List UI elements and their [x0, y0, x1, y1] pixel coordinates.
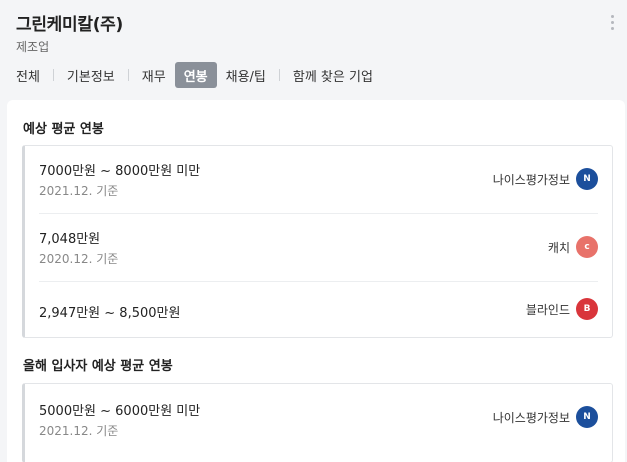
source-name: 나이스평가정보 — [492, 410, 570, 425]
catch-logo-icon: c — [576, 236, 598, 258]
salary-list: 7000만원 ~ 8000만원 미만 2021.12. 기준 나이스평가정보 N… — [22, 145, 613, 338]
salary-amount: 7000만원 ~ 8000만원 미만 — [39, 164, 201, 179]
salary-row: 5000만원 ~ 6000만원 미만 2021.12. 기준 나이스평가정보 N — [25, 384, 612, 452]
salary-basis-date: 2021.12. 기준 — [39, 424, 119, 438]
tab-salary[interactable]: 연봉 — [174, 62, 217, 88]
tab-finance[interactable]: 재무 — [133, 62, 175, 88]
salary-row: 7,048만원 2020.12. 기준 캐치 c — [25, 214, 612, 282]
tab-divider — [52, 69, 54, 81]
blind-logo-icon: B — [576, 298, 598, 320]
salary-basis-date: 2020.12. 기준 — [39, 252, 119, 266]
company-header: 그린케미칼(주) 제조업 — [16, 10, 627, 54]
salary-amount: 2,947만원 ~ 8,500만원 — [39, 306, 181, 321]
source-name: 나이스평가정보 — [492, 172, 570, 187]
salary-row: 2,947만원 ~ 8,500만원 블라인드 B — [25, 282, 612, 338]
tab-bar: 전체 기본정보 재무 연봉 채용/팁 함께 찾은 기업 — [16, 62, 382, 88]
nice-logo-icon: N — [576, 406, 598, 428]
tab-jobs-tips[interactable]: 채용/팁 — [217, 62, 275, 88]
salary-source[interactable]: 나이스평가정보 N — [493, 406, 598, 428]
nice-logo-icon: N — [576, 168, 598, 190]
new-hire-section-title: 올해 입사자 예상 평균 연봉 — [23, 359, 173, 374]
salary-amount: 5000만원 ~ 6000만원 미만 — [39, 404, 201, 419]
more-options-icon[interactable] — [605, 12, 619, 32]
tab-overview[interactable]: 전체 — [16, 62, 49, 88]
salary-source[interactable]: 캐치 c — [548, 236, 598, 258]
salary-source[interactable]: 나이스평가정보 N — [493, 168, 598, 190]
salary-amount: 7,048만원 — [39, 232, 101, 247]
tab-divider — [127, 69, 129, 81]
new-hire-salary-list: 5000만원 ~ 6000만원 미만 2021.12. 기준 나이스평가정보 N — [22, 383, 613, 462]
tab-basic-info[interactable]: 기본정보 — [58, 62, 124, 88]
salary-source[interactable]: 블라인드 B — [526, 298, 598, 320]
source-name: 캐치 — [547, 240, 570, 255]
salary-basis-date: 2021.12. 기준 — [39, 184, 119, 198]
tab-divider — [278, 69, 280, 81]
industry-label: 제조업 — [16, 40, 50, 54]
salary-row: 7000만원 ~ 8000만원 미만 2021.12. 기준 나이스평가정보 N — [25, 146, 612, 214]
source-name: 블라인드 — [525, 302, 570, 317]
salary-card: 예상 평균 연봉 7000만원 ~ 8000만원 미만 2021.12. 기준 … — [7, 100, 625, 462]
salary-section-title: 예상 평균 연봉 — [23, 122, 104, 137]
tab-related-companies[interactable]: 함께 찾은 기업 — [284, 62, 382, 88]
company-name: 그린케미칼(주) — [16, 15, 123, 35]
